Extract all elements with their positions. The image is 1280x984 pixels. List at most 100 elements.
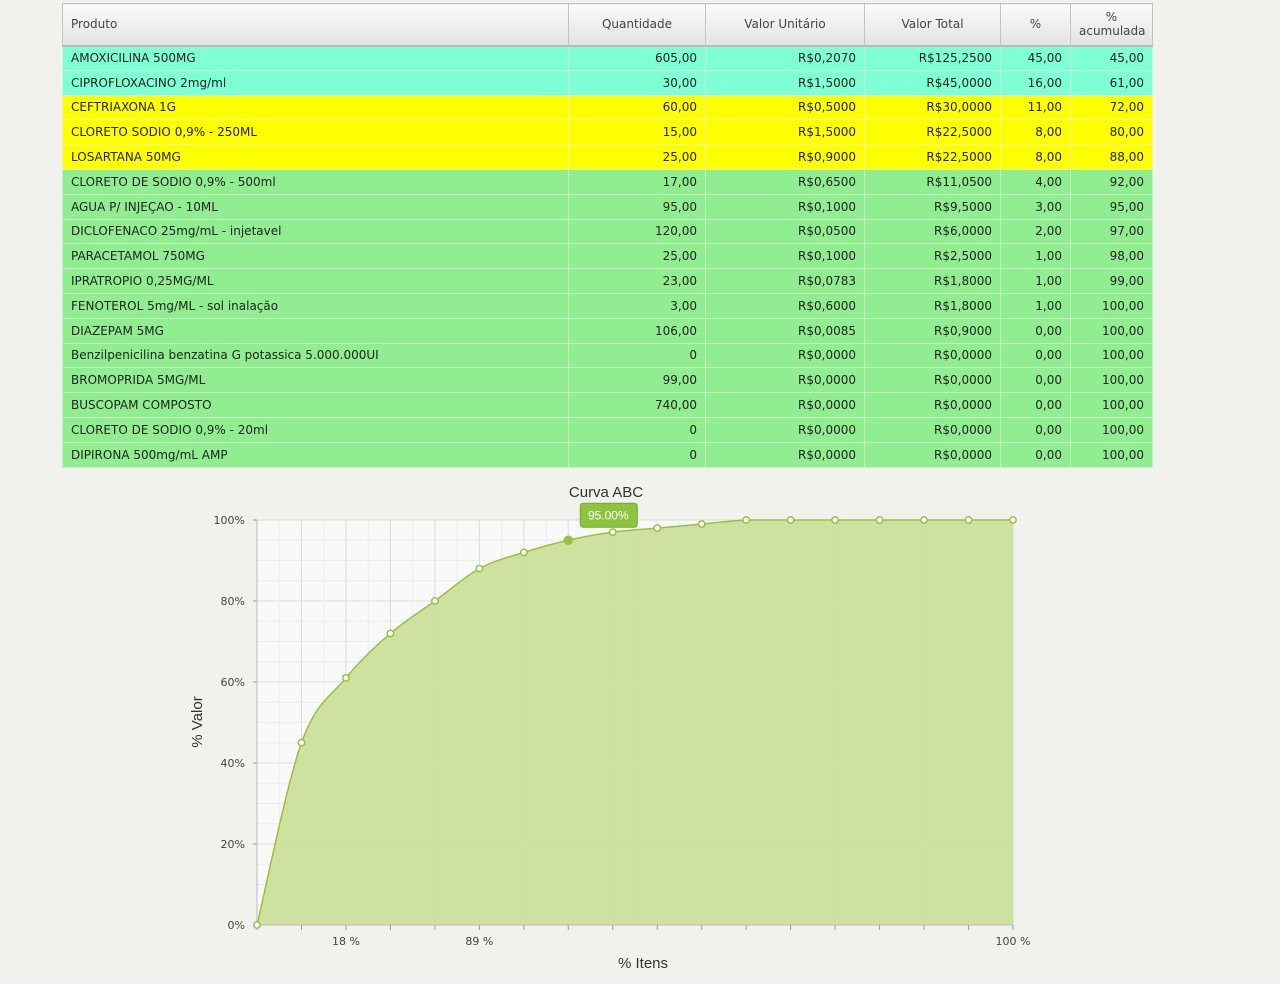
cell-acumulada: 100,00 [1070, 392, 1153, 418]
cell-produto: BROMOPRIDA 5MG/ML [62, 367, 569, 394]
cell-percent: 8,00 [1000, 144, 1071, 170]
table-row[interactable]: DICLOFENACO 25mg/mL - injetavel 120,00 R$0… [62, 218, 1153, 245]
y-tick-label: 20% [221, 838, 245, 851]
table-row[interactable]: BROMOPRIDA 5MG/ML 99,00 R$0,0000 R$0,0000 0,… [62, 367, 1153, 394]
data-point[interactable] [563, 535, 574, 545]
cell-acumulada: 99,00 [1070, 268, 1153, 294]
y-tick-label: 100% [214, 514, 245, 527]
tooltip-label: 95.00% [588, 508, 629, 522]
data-point[interactable] [742, 516, 751, 524]
abc-chart-container: Curva ABC 0% 20% 40% 60% 80% 100% 18 % 89 % 100 … [0, 470, 1280, 980]
cell-produto: CIPROFLOXACINO 2mg/ml [62, 69, 569, 96]
cell-produto: IPRATROPIO 0,25MG/ML [62, 268, 569, 294]
table-header-row: Produto Quantidade Valor Unitário Valor … [62, 3, 1153, 47]
table-row[interactable]: LOSARTANA 50MG 25,00 R$0,9000 R$22,5000 8,00… [62, 144, 1153, 170]
table-row[interactable]: CLORETO DE SODIO 0,9% - 500ml 17,00 R$0,65… [62, 168, 1153, 195]
cell-quantidade: 106,00 [568, 317, 706, 344]
table-row[interactable]: Benzilpenicilina benzatina G potassica 5… [62, 342, 1153, 369]
table-row[interactable]: DIAZEPAM 5MG 106,00 R$0,0085 R$0,9000 0,00 10… [62, 317, 1153, 344]
data-point[interactable] [297, 738, 306, 747]
data-point[interactable] [786, 516, 795, 524]
cell-quantidade: 23,00 [568, 268, 706, 294]
chart-tooltip: 95.00% [579, 502, 638, 528]
data-point[interactable] [519, 548, 528, 557]
cell-valor-total: R$11,0500 [864, 168, 1001, 195]
header-percent[interactable]: % [1000, 3, 1071, 47]
cell-percent: 4,00 [1000, 168, 1071, 195]
table-row[interactable]: DIPIRONA 500mg/mL AMP 0 R$0,0000 R$0,0000 0,… [62, 441, 1153, 468]
cell-quantidade: 60,00 [568, 94, 706, 121]
table-row[interactable]: PARACETAMOL 750MG 25,00 R$0,1000 R$2,5000 1,… [62, 243, 1153, 270]
cell-valor-total: R$45,0000 [864, 69, 1001, 96]
y-tick-label: 80% [221, 595, 245, 608]
data-point[interactable] [253, 921, 261, 929]
data-point[interactable] [920, 516, 929, 524]
cell-acumulada: 80,00 [1070, 119, 1153, 146]
data-point[interactable] [341, 674, 350, 682]
data-point[interactable] [1009, 516, 1017, 524]
cell-acumulada: 88,00 [1070, 144, 1153, 170]
cell-percent: 0,00 [1000, 392, 1071, 418]
cell-percent: 1,00 [1000, 292, 1071, 319]
table-row[interactable]: IPRATROPIO 0,25MG/ML 23,00 R$0,0783 R$1,800… [62, 268, 1153, 294]
cell-percent: 0,00 [1000, 441, 1071, 468]
data-point[interactable] [964, 516, 973, 524]
header-valor-unitario[interactable]: Valor Unitário [705, 3, 865, 47]
header-percent-acumulada[interactable]: % acumulada [1070, 3, 1153, 47]
cell-produto: CEFTRIAXONA 1G [62, 94, 569, 121]
cell-valor-unitario: R$0,2070 [705, 45, 865, 71]
cell-valor-unitario: R$1,5000 [705, 69, 865, 96]
cell-percent: 11,00 [1000, 94, 1071, 121]
data-point[interactable] [386, 629, 395, 638]
table-row[interactable]: CEFTRIAXONA 1G 60,00 R$0,5000 R$30,0000 11,0… [62, 94, 1153, 121]
cell-quantidade: 0 [568, 441, 706, 468]
cell-valor-unitario: R$0,6000 [705, 292, 865, 319]
cell-acumulada: 98,00 [1070, 243, 1153, 270]
cell-valor-total: R$6,0000 [864, 218, 1001, 245]
cell-valor-unitario: R$0,5000 [705, 94, 865, 121]
table-row[interactable]: FENOTEROL 5mg/ML - sol inalação 3,00 R$0,6… [62, 292, 1153, 319]
cell-acumulada: 95,00 [1070, 193, 1153, 220]
cell-valor-total: R$0,0000 [864, 441, 1001, 468]
table-row[interactable]: AGUA P/ INJEÇAO - 10ML 95,00 R$0,1000 R$9,5… [62, 193, 1153, 220]
header-produto[interactable]: Produto [62, 3, 569, 47]
data-point[interactable] [875, 516, 884, 524]
cell-percent: 1,00 [1000, 243, 1071, 270]
table-row[interactable]: AMOXICILINA 500MG 605,00 R$0,2070 R$125,250… [62, 45, 1153, 71]
abc-chart: Curva ABC 0% 20% 40% 60% 80% 100% 18 % 89 % 100 … [189, 484, 1030, 972]
cell-produto: CLORETO DE SODIO 0,9% - 20ml [62, 416, 569, 443]
data-point[interactable] [653, 524, 662, 533]
data-point[interactable] [608, 528, 617, 537]
cell-valor-unitario: R$0,9000 [705, 144, 865, 170]
cell-produto: AGUA P/ INJEÇAO - 10ML [62, 193, 569, 220]
cell-valor-total: R$22,5000 [864, 119, 1001, 146]
cell-valor-unitario: R$0,1000 [705, 243, 865, 270]
cell-valor-unitario: R$0,0000 [705, 416, 865, 443]
x-tick-label: 18 % [332, 935, 360, 948]
cell-quantidade: 30,00 [568, 69, 706, 96]
cell-valor-total: R$0,9000 [864, 317, 1001, 344]
cell-percent: 45,00 [1000, 45, 1071, 71]
cell-percent: 0,00 [1000, 367, 1071, 394]
cell-valor-total: R$125,2500 [864, 45, 1001, 71]
table-row[interactable]: CLORETO SODIO 0,9% - 250ML 15,00 R$1,5000 R… [62, 119, 1153, 146]
cell-quantidade: 0 [568, 416, 706, 443]
cell-acumulada: 72,00 [1070, 94, 1153, 121]
cell-valor-total: R$0,0000 [864, 367, 1001, 394]
x-tick-label: 89 % [465, 935, 493, 948]
cell-quantidade: 0 [568, 342, 706, 369]
table-row[interactable]: BUSCOPAM COMPOSTO 740,00 R$0,0000 R$0,0000 0… [62, 392, 1153, 418]
cell-acumulada: 100,00 [1070, 292, 1153, 319]
data-point[interactable] [430, 597, 439, 605]
data-point[interactable] [475, 564, 484, 573]
cell-quantidade: 15,00 [568, 119, 706, 146]
table-row[interactable]: CLORETO DE SODIO 0,9% - 20ml 0 R$0,0000 R$0… [62, 416, 1153, 443]
table-row[interactable]: CIPROFLOXACINO 2mg/ml 30,00 R$1,5000 R$45,0… [62, 69, 1153, 96]
cell-produto: DICLOFENACO 25mg/mL - injetavel [62, 218, 569, 245]
header-valor-total[interactable]: Valor Total [864, 3, 1001, 47]
data-point[interactable] [697, 520, 706, 528]
data-point[interactable] [831, 516, 840, 524]
header-quantidade[interactable]: Quantidade [568, 3, 706, 47]
chart-title: Curva ABC [569, 484, 643, 501]
cell-acumulada: 100,00 [1070, 441, 1153, 468]
